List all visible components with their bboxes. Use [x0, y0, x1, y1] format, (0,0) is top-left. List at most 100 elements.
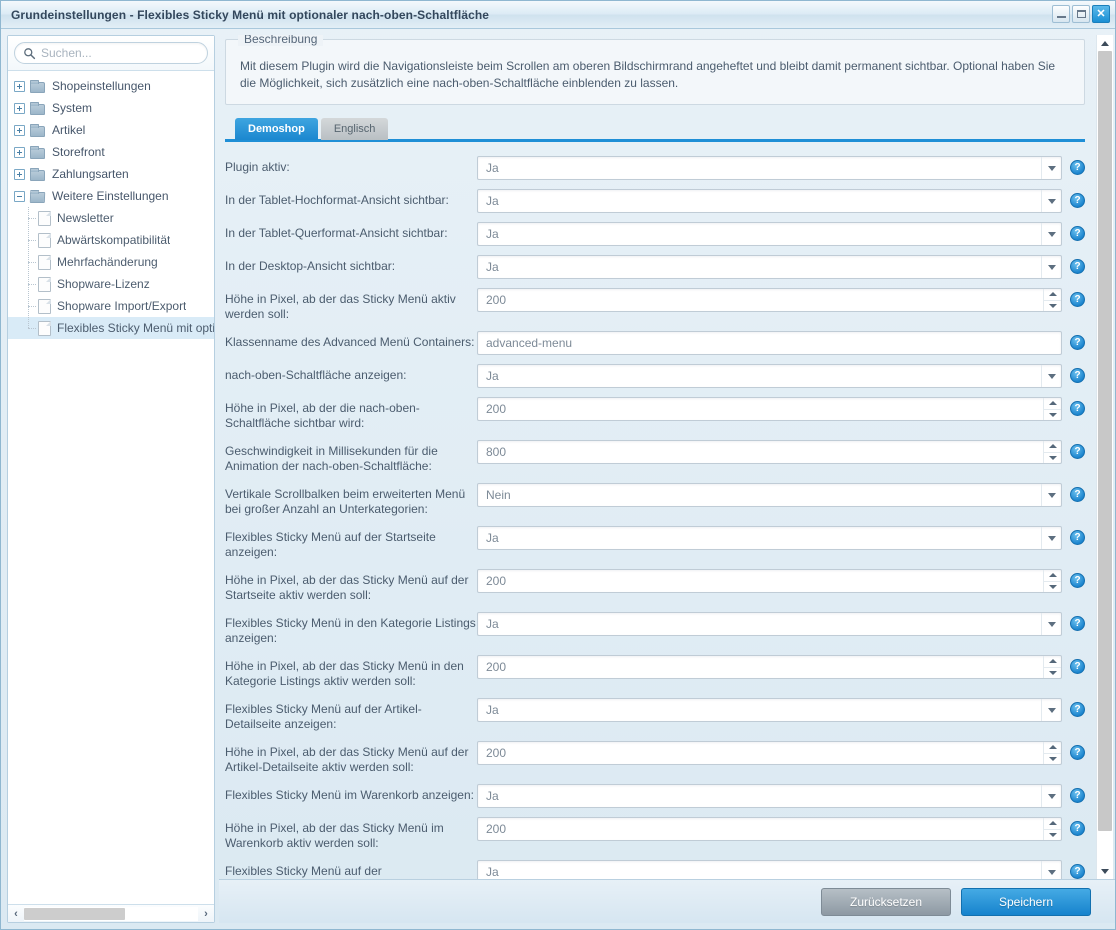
help-icon[interactable]: ?: [1070, 530, 1085, 545]
stepper-up-button[interactable]: [1044, 818, 1061, 830]
expand-icon[interactable]: [14, 80, 25, 92]
save-button[interactable]: Speichern: [961, 887, 1091, 916]
vscroll-thumb[interactable]: [1098, 51, 1112, 831]
stepper-up-button[interactable]: [1044, 289, 1061, 301]
stepper-down-button[interactable]: [1044, 410, 1061, 421]
stepper-down-button[interactable]: [1044, 830, 1061, 841]
dropdown-field[interactable]: Nein: [477, 483, 1062, 507]
tree-item[interactable]: Abwärtskompatibilität: [8, 229, 214, 251]
tab-englisch[interactable]: Englisch: [320, 118, 389, 140]
expand-icon[interactable]: [14, 102, 25, 114]
scroll-down-button[interactable]: [1097, 863, 1113, 879]
dropdown-toggle[interactable]: [1041, 223, 1061, 245]
search-input[interactable]: Suchen...: [14, 42, 208, 64]
stepper-buttons[interactable]: [1043, 742, 1061, 764]
stepper-buttons[interactable]: [1043, 441, 1061, 463]
help-icon[interactable]: ?: [1070, 259, 1085, 274]
stepper-down-button[interactable]: [1044, 582, 1061, 593]
dropdown-toggle[interactable]: [1041, 861, 1061, 879]
dropdown-toggle[interactable]: [1041, 785, 1061, 807]
dropdown-field[interactable]: Ja: [477, 255, 1062, 279]
stepper-buttons[interactable]: [1043, 570, 1061, 592]
help-icon[interactable]: ?: [1070, 193, 1085, 208]
stepper-down-button[interactable]: [1044, 453, 1061, 464]
number-stepper-field[interactable]: 200: [477, 569, 1062, 593]
number-stepper-field[interactable]: 200: [477, 655, 1062, 679]
stepper-buttons[interactable]: [1043, 398, 1061, 420]
dropdown-toggle[interactable]: [1041, 365, 1061, 387]
main-vertical-scrollbar[interactable]: [1096, 35, 1113, 879]
help-icon[interactable]: ?: [1070, 487, 1085, 502]
tree-item[interactable]: Shopware Import/Export: [8, 295, 214, 317]
dropdown-toggle[interactable]: [1041, 699, 1061, 721]
expand-icon[interactable]: [14, 124, 25, 136]
help-icon[interactable]: ?: [1070, 659, 1085, 674]
number-stepper-field[interactable]: 800: [477, 440, 1062, 464]
help-icon[interactable]: ?: [1070, 864, 1085, 879]
tree-item[interactable]: Newsletter: [8, 207, 214, 229]
stepper-buttons[interactable]: [1043, 818, 1061, 840]
tree-item[interactable]: Storefront: [8, 141, 214, 163]
help-icon[interactable]: ?: [1070, 745, 1085, 760]
scroll-up-button[interactable]: [1097, 35, 1113, 51]
stepper-down-button[interactable]: [1044, 754, 1061, 765]
tree-item[interactable]: Shopware-Lizenz: [8, 273, 214, 295]
tree-item[interactable]: Flexibles Sticky Menü mit optio: [8, 317, 214, 339]
number-stepper-field[interactable]: 200: [477, 288, 1062, 312]
dropdown-field[interactable]: Ja: [477, 526, 1062, 550]
dropdown-toggle[interactable]: [1041, 484, 1061, 506]
dropdown-toggle[interactable]: [1041, 613, 1061, 635]
dropdown-field[interactable]: Ja: [477, 784, 1062, 808]
dropdown-toggle[interactable]: [1041, 527, 1061, 549]
dropdown-field[interactable]: Ja: [477, 364, 1062, 388]
dropdown-field[interactable]: Ja: [477, 156, 1062, 180]
number-stepper-field[interactable]: 200: [477, 397, 1062, 421]
minimize-button[interactable]: [1052, 5, 1070, 23]
dropdown-field[interactable]: Ja: [477, 189, 1062, 213]
expand-icon[interactable]: [14, 146, 25, 158]
number-stepper-field[interactable]: 200: [477, 741, 1062, 765]
scroll-right-arrow-icon[interactable]: ›: [198, 908, 214, 920]
close-button[interactable]: ✕: [1092, 5, 1110, 23]
dropdown-field[interactable]: Ja: [477, 222, 1062, 246]
help-icon[interactable]: ?: [1070, 702, 1085, 717]
help-icon[interactable]: ?: [1070, 788, 1085, 803]
hscroll-track[interactable]: [24, 906, 198, 921]
tree-item[interactable]: Shopeinstellungen: [8, 75, 214, 97]
stepper-up-button[interactable]: [1044, 441, 1061, 453]
text-field[interactable]: advanced-menu: [477, 331, 1062, 355]
stepper-up-button[interactable]: [1044, 398, 1061, 410]
stepper-up-button[interactable]: [1044, 656, 1061, 668]
tab-demoshop[interactable]: Demoshop: [235, 118, 318, 140]
dropdown-toggle[interactable]: [1041, 256, 1061, 278]
stepper-buttons[interactable]: [1043, 289, 1061, 311]
help-icon[interactable]: ?: [1070, 292, 1085, 307]
help-icon[interactable]: ?: [1070, 444, 1085, 459]
maximize-button[interactable]: [1072, 5, 1090, 23]
stepper-up-button[interactable]: [1044, 742, 1061, 754]
scroll-left-arrow-icon[interactable]: ‹: [8, 908, 24, 920]
help-icon[interactable]: ?: [1070, 401, 1085, 416]
dropdown-toggle[interactable]: [1041, 190, 1061, 212]
stepper-down-button[interactable]: [1044, 301, 1061, 312]
sidebar-horizontal-scrollbar[interactable]: ‹ ›: [8, 904, 214, 922]
dropdown-field[interactable]: Ja: [477, 698, 1062, 722]
stepper-buttons[interactable]: [1043, 656, 1061, 678]
stepper-up-button[interactable]: [1044, 570, 1061, 582]
stepper-down-button[interactable]: [1044, 668, 1061, 679]
reset-button[interactable]: Zurücksetzen: [821, 887, 951, 916]
tree-item[interactable]: Weitere Einstellungen: [8, 185, 214, 207]
number-stepper-field[interactable]: 200: [477, 817, 1062, 841]
help-icon[interactable]: ?: [1070, 821, 1085, 836]
hscroll-thumb[interactable]: [24, 907, 125, 920]
tree-item[interactable]: Mehrfachänderung: [8, 251, 214, 273]
dropdown-field[interactable]: Ja: [477, 612, 1062, 636]
dropdown-field[interactable]: Ja: [477, 860, 1062, 879]
collapse-icon[interactable]: [14, 190, 25, 202]
tree-item[interactable]: System: [8, 97, 214, 119]
help-icon[interactable]: ?: [1070, 616, 1085, 631]
help-icon[interactable]: ?: [1070, 335, 1085, 350]
tree-item[interactable]: Zahlungsarten: [8, 163, 214, 185]
help-icon[interactable]: ?: [1070, 573, 1085, 588]
help-icon[interactable]: ?: [1070, 368, 1085, 383]
